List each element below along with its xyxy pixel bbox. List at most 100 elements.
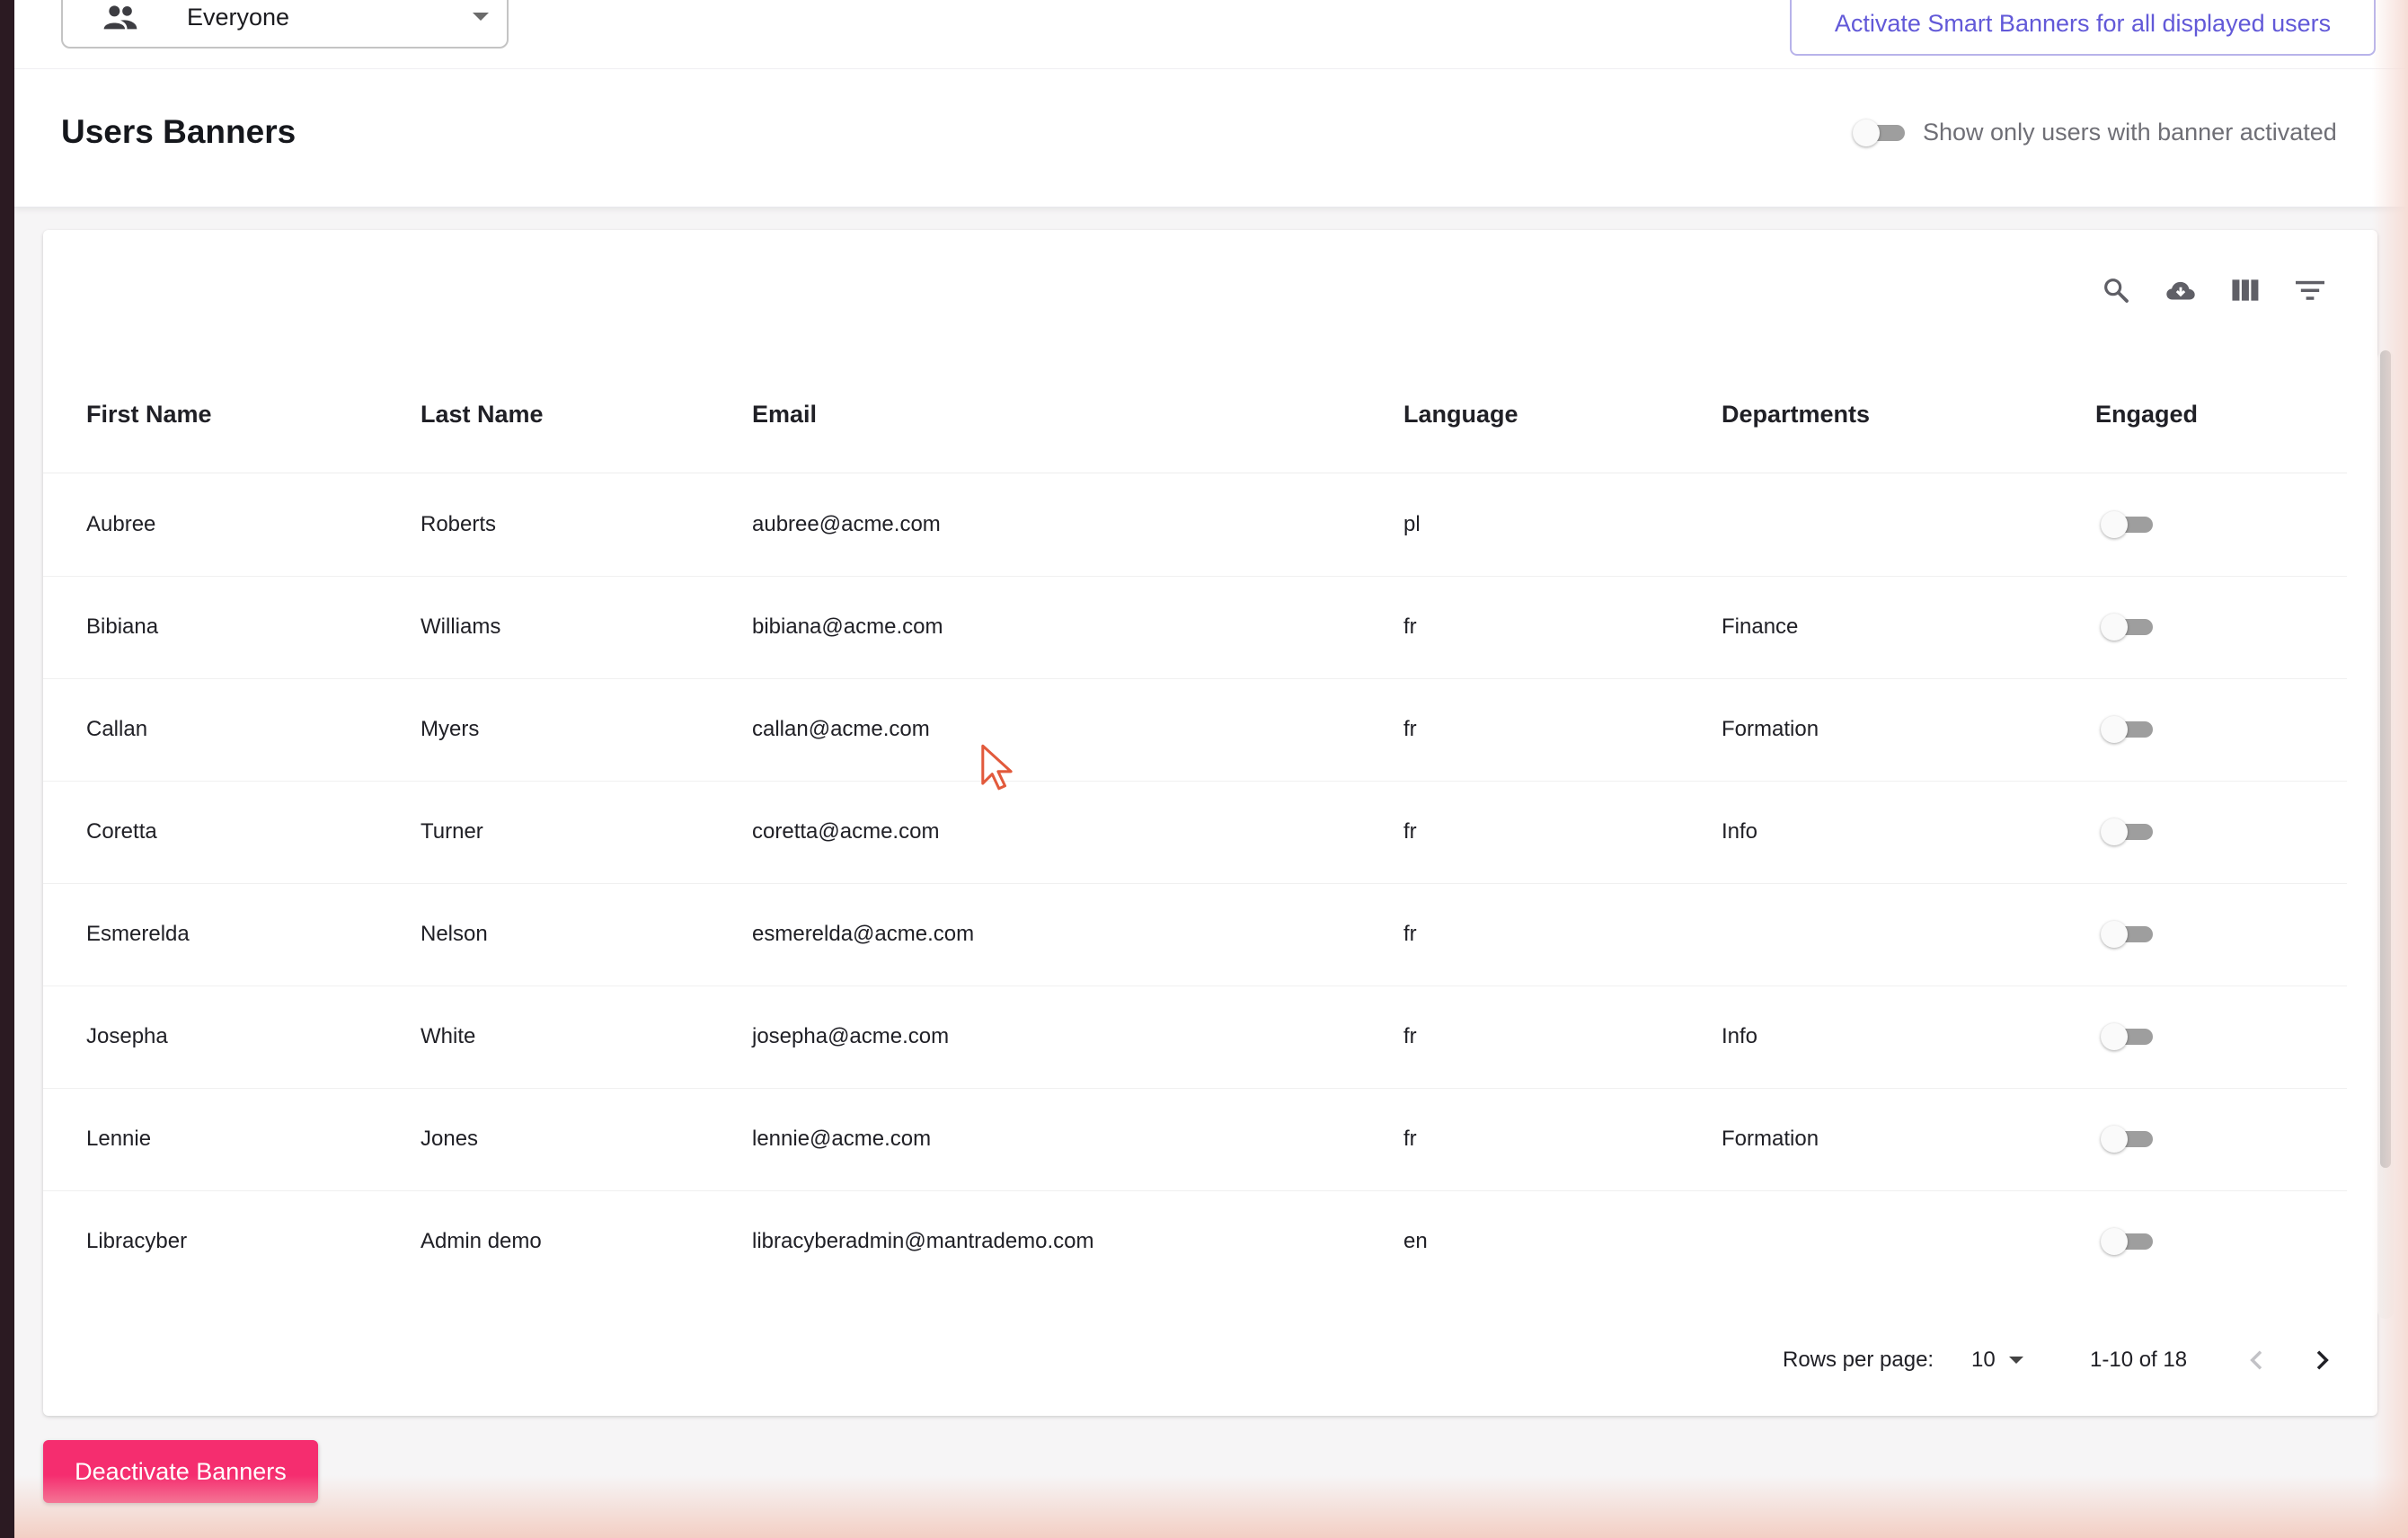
rows-per-page-select[interactable]: 10 bbox=[1971, 1348, 1996, 1373]
toggle-thumb bbox=[2101, 921, 2128, 948]
search-button[interactable] bbox=[2101, 275, 2131, 305]
table-row: Libracyber Admin demo libracyberadmin@ma… bbox=[43, 1190, 2347, 1293]
table-row: Aubree Roberts aubree@acme.com pl bbox=[43, 473, 2347, 577]
chevron-left-icon[interactable] bbox=[2243, 1346, 2271, 1374]
cell-email: aubree@acme.com bbox=[752, 512, 941, 536]
cell-first-name: Esmerelda bbox=[86, 922, 190, 946]
toggle-thumb bbox=[2101, 614, 2128, 641]
header-divider bbox=[14, 68, 2408, 69]
toggle-thumb bbox=[2101, 818, 2128, 845]
engaged-toggle[interactable] bbox=[2101, 1023, 2155, 1050]
engaged-toggle[interactable] bbox=[2101, 921, 2155, 948]
cell-last-name: Turner bbox=[421, 819, 483, 844]
engaged-toggle[interactable] bbox=[2101, 716, 2155, 743]
audience-select[interactable]: Everyone bbox=[61, 0, 509, 49]
edge-glow bbox=[14, 1475, 2408, 1538]
cell-last-name: Roberts bbox=[421, 512, 497, 536]
engaged-toggle[interactable] bbox=[2101, 511, 2155, 538]
cell-language: pl bbox=[1403, 512, 1421, 536]
cell-language: en bbox=[1403, 1229, 1428, 1253]
filter-button[interactable] bbox=[2295, 275, 2325, 305]
column-header-departments[interactable]: Departments bbox=[1722, 356, 1870, 473]
chevron-down-icon bbox=[473, 13, 489, 21]
pagination-range: 1-10 of 18 bbox=[2090, 1348, 2188, 1372]
cell-last-name: White bbox=[421, 1024, 476, 1048]
toggle-thumb bbox=[2101, 1126, 2128, 1153]
cell-first-name: Coretta bbox=[86, 819, 157, 844]
cell-language: fr bbox=[1403, 1024, 1417, 1048]
cell-first-name: Josepha bbox=[86, 1024, 168, 1048]
cell-email: callan@acme.com bbox=[752, 717, 930, 741]
cell-email: libracyberadmin@mantrademo.com bbox=[752, 1229, 1094, 1253]
cell-last-name: Myers bbox=[421, 717, 480, 741]
cell-last-name: Nelson bbox=[421, 922, 488, 946]
cell-email: lennie@acme.com bbox=[752, 1127, 932, 1151]
column-header-last-name[interactable]: Last Name bbox=[421, 356, 544, 473]
toggle-thumb bbox=[2101, 716, 2128, 743]
table-header: First Name Last Name Email Language Depa… bbox=[43, 356, 2347, 473]
engaged-toggle[interactable] bbox=[2101, 614, 2155, 641]
cell-departments: Finance bbox=[1722, 614, 1799, 639]
cell-language: fr bbox=[1403, 1127, 1417, 1151]
page-title: Users Banners bbox=[61, 113, 297, 150]
app-window: Everyone Activate Smart Banners for all … bbox=[14, 0, 2408, 1538]
cell-language: fr bbox=[1403, 614, 1417, 639]
cell-first-name: Callan bbox=[86, 717, 148, 741]
pagination: Rows per page: 10 1-10 of 18 bbox=[43, 1335, 2377, 1389]
engaged-toggle[interactable] bbox=[2101, 1228, 2155, 1255]
chevron-down-icon[interactable] bbox=[2009, 1357, 2023, 1364]
table-row: Josepha White josepha@acme.com fr Info bbox=[43, 986, 2347, 1089]
cell-departments: Info bbox=[1722, 1024, 1758, 1048]
engaged-toggle[interactable] bbox=[2101, 818, 2155, 845]
table-row: Lennie Jones lennie@acme.com fr Formatio… bbox=[43, 1088, 2347, 1191]
cell-first-name: Libracyber bbox=[86, 1229, 188, 1253]
table-row: Esmerelda Nelson esmerelda@acme.com fr bbox=[43, 883, 2347, 986]
cell-last-name: Williams bbox=[421, 614, 501, 639]
columns-button[interactable] bbox=[2230, 275, 2261, 305]
filter-list-icon bbox=[2296, 280, 2324, 300]
cell-last-name: Jones bbox=[421, 1127, 479, 1151]
cell-departments: Info bbox=[1722, 819, 1758, 844]
toggle-thumb bbox=[1853, 119, 1880, 146]
column-header-first-name[interactable]: First Name bbox=[86, 356, 212, 473]
people-icon bbox=[103, 5, 137, 30]
cell-email: coretta@acme.com bbox=[752, 819, 940, 844]
toggle-switch[interactable] bbox=[1853, 119, 1907, 146]
cell-email: bibiana@acme.com bbox=[752, 614, 943, 639]
engaged-toggle[interactable] bbox=[2101, 1126, 2155, 1153]
table-toolbar bbox=[2101, 275, 2325, 305]
chevron-right-icon[interactable] bbox=[2307, 1346, 2336, 1374]
toggle-thumb bbox=[2101, 1023, 2128, 1050]
mouse-cursor-icon bbox=[981, 744, 1013, 791]
search-icon bbox=[2104, 278, 2129, 303]
banner-filter-toggle[interactable]: Show only users with banner activated bbox=[1853, 119, 2337, 146]
page-header: Everyone Activate Smart Banners for all … bbox=[14, 0, 2408, 208]
cell-departments: Formation bbox=[1722, 717, 1819, 741]
audience-select-value: Everyone bbox=[187, 4, 290, 31]
column-header-language[interactable]: Language bbox=[1403, 356, 1518, 473]
users-table-card: First Name Last Name Email Language Depa… bbox=[43, 230, 2394, 1416]
cell-language: fr bbox=[1403, 922, 1417, 946]
banner-filter-label: Show only users with banner activated bbox=[1923, 119, 2337, 146]
cell-language: fr bbox=[1403, 819, 1417, 844]
cell-language: fr bbox=[1403, 717, 1417, 741]
activate-smart-banners-button[interactable]: Activate Smart Banners for all displayed… bbox=[1790, 0, 2376, 56]
cell-first-name: Lennie bbox=[86, 1127, 152, 1151]
table-row: Coretta Turner coretta@acme.com fr Info bbox=[43, 781, 2347, 884]
view-columns-icon bbox=[2232, 279, 2259, 301]
cell-last-name: Admin demo bbox=[421, 1229, 542, 1253]
cell-departments: Formation bbox=[1722, 1127, 1819, 1151]
toggle-thumb bbox=[2101, 511, 2128, 538]
cell-email: josepha@acme.com bbox=[752, 1024, 950, 1048]
download-button[interactable] bbox=[2165, 275, 2196, 305]
rows-per-page-label: Rows per page: bbox=[1783, 1348, 1934, 1372]
cloud-download-icon bbox=[2166, 281, 2195, 300]
table-row: Bibiana Williams bibiana@acme.com fr Fin… bbox=[43, 576, 2347, 679]
cell-email: esmerelda@acme.com bbox=[752, 922, 975, 946]
edge-glow bbox=[2372, 0, 2408, 1538]
cell-first-name: Aubree bbox=[86, 512, 156, 536]
table-row: Callan Myers callan@acme.com fr Formatio… bbox=[43, 678, 2347, 782]
column-header-email[interactable]: Email bbox=[752, 356, 817, 473]
column-header-engaged[interactable]: Engaged bbox=[2095, 356, 2198, 473]
toggle-thumb bbox=[2101, 1228, 2128, 1255]
